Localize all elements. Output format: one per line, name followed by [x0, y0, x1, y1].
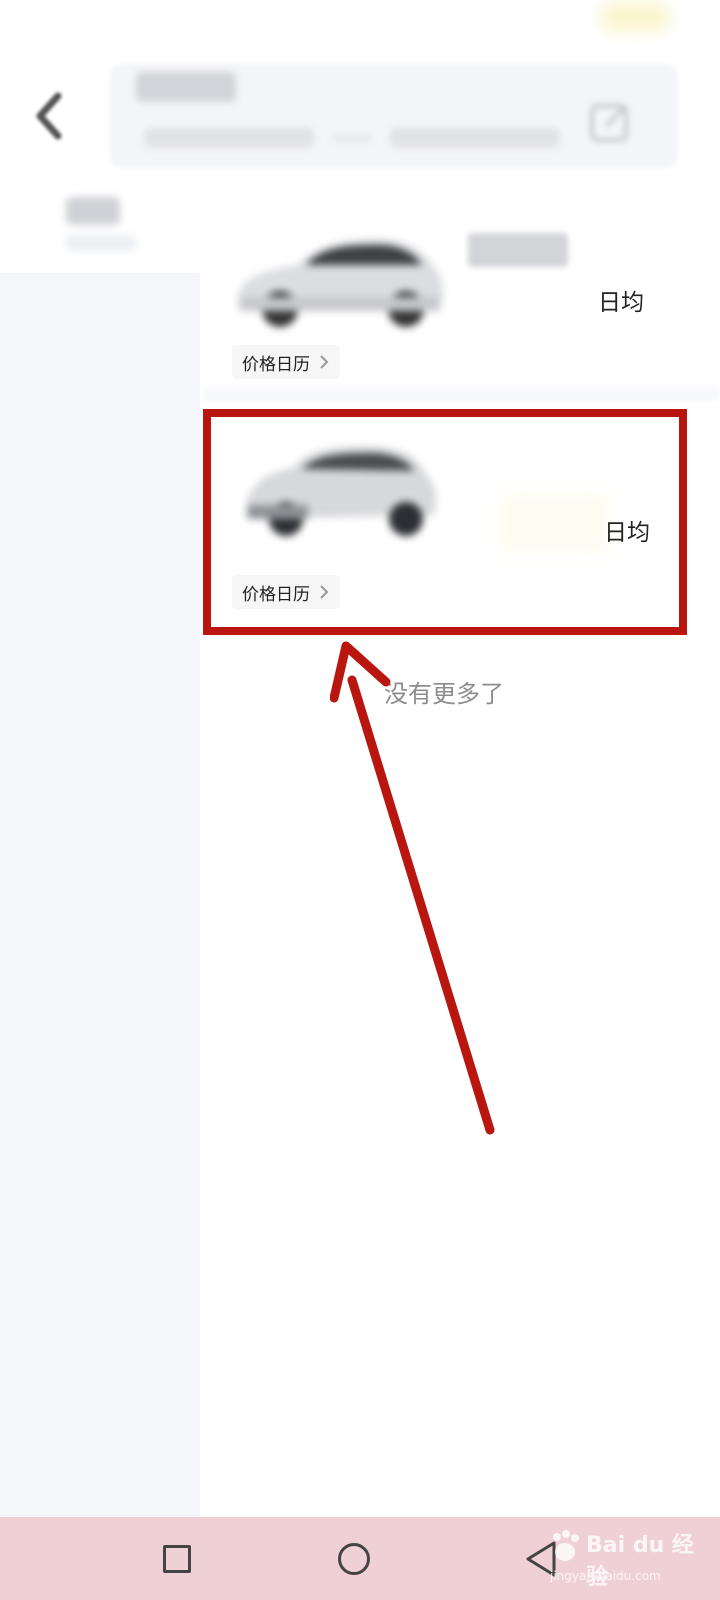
chevron-right-icon — [320, 355, 329, 369]
status-bar — [0, 0, 720, 52]
search-date-separator — [332, 134, 372, 142]
card-divider — [204, 387, 720, 401]
sidebar-item-label — [66, 197, 120, 225]
nav-home-icon[interactable] — [338, 1543, 370, 1575]
baidu-watermark: Bai du 经验 jingyan.baidu.com — [548, 1525, 708, 1590]
highlight-annotation-box — [203, 409, 687, 635]
price-calendar-label: 价格日历 — [242, 354, 310, 375]
search-end-date — [390, 128, 560, 148]
system-navigation-bar: Bai du 经验 jingyan.baidu.com — [0, 1517, 720, 1600]
search-location-text — [136, 72, 236, 102]
sidebar-item-sublabel — [66, 235, 136, 251]
car-name — [468, 233, 568, 267]
car-image — [238, 239, 443, 327]
back-icon[interactable] — [28, 90, 72, 142]
sidebar-item-selected[interactable] — [0, 197, 200, 273]
edit-icon[interactable] — [588, 100, 632, 144]
header — [0, 52, 720, 197]
price-calendar-button[interactable]: 价格日历 — [232, 345, 340, 379]
watermark-url: jingyan.baidu.com — [550, 1569, 661, 1583]
daily-average-label: 日均 — [598, 290, 644, 316]
search-box[interactable] — [110, 64, 678, 168]
baidu-paw-icon — [553, 1530, 579, 1561]
status-indicator — [600, 2, 670, 32]
category-sidebar — [0, 197, 200, 1517]
search-start-date — [144, 128, 314, 148]
annotation-arrow-icon — [330, 641, 495, 1135]
nav-recent-icon[interactable] — [163, 1545, 191, 1573]
